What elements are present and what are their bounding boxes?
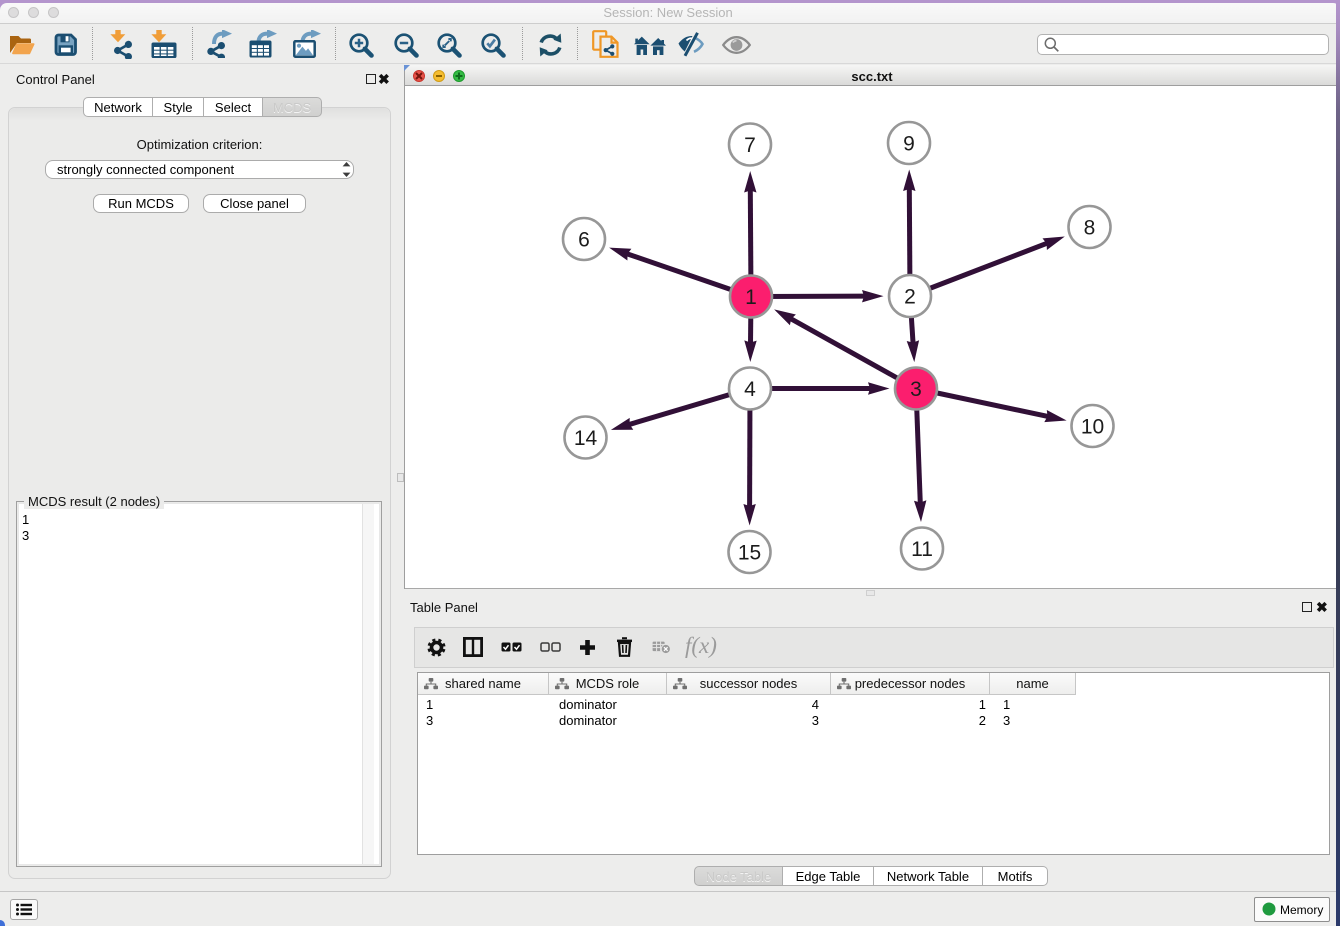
svg-text:4: 4: [744, 378, 756, 401]
svg-text:6: 6: [578, 229, 590, 252]
svg-text:2: 2: [904, 286, 916, 309]
svg-text:3: 3: [910, 378, 922, 401]
svg-text:8: 8: [1084, 217, 1096, 240]
svg-text:10: 10: [1081, 416, 1104, 439]
svg-text:14: 14: [574, 427, 598, 450]
svg-text:7: 7: [744, 134, 756, 157]
svg-text:11: 11: [911, 538, 933, 561]
svg-text:1: 1: [745, 286, 757, 309]
svg-text:15: 15: [738, 542, 761, 565]
svg-text:9: 9: [903, 133, 915, 156]
